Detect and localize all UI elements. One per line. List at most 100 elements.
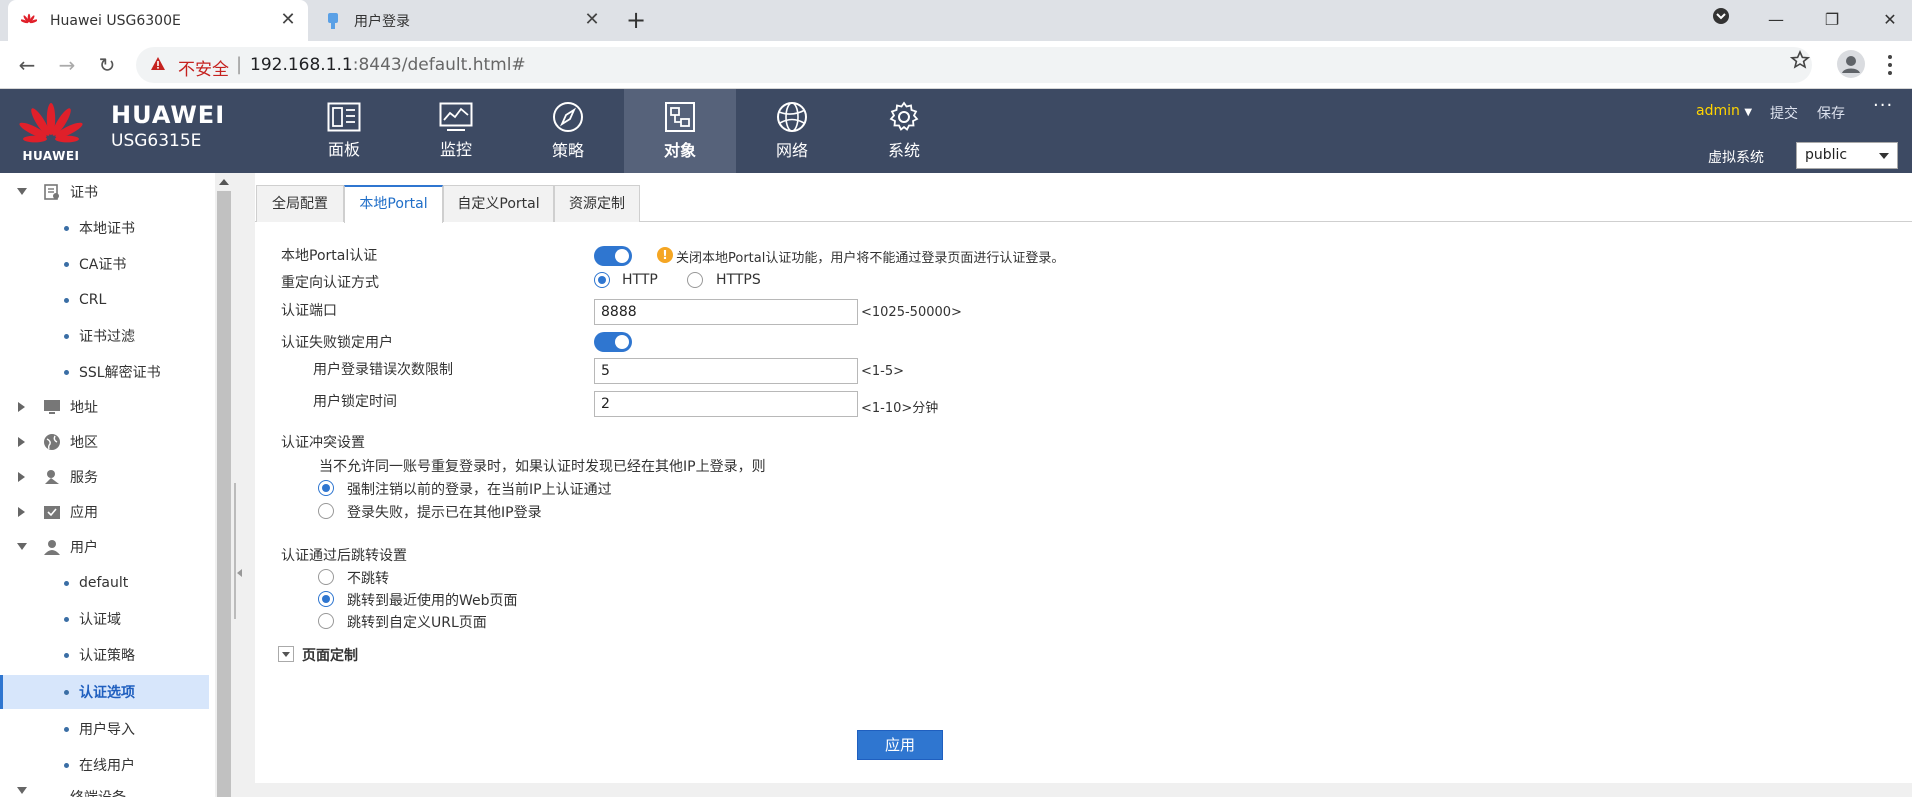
scroll-thumb[interactable] bbox=[217, 191, 231, 797]
radio-https-label[interactable]: HTTPS bbox=[716, 272, 761, 288]
url-text[interactable]: 192.168.1.1:8443/default.html# bbox=[250, 55, 526, 75]
radio-http-label[interactable]: HTTP bbox=[622, 272, 658, 288]
scroll-up-arrow-icon[interactable] bbox=[219, 179, 229, 185]
address-bar[interactable]: 不安全 | 192.168.1.1:8443/default.html# bbox=[136, 47, 1812, 83]
lock-user-toggle[interactable] bbox=[594, 332, 632, 352]
tree-item-auth-domain[interactable]: 认证域 bbox=[0, 602, 209, 636]
tab-resource-custom[interactable]: 资源定制 bbox=[554, 185, 640, 222]
tree-group-user[interactable]: 用户 bbox=[0, 530, 209, 564]
browser-tab-login[interactable]: 用户登录 ✕ bbox=[312, 0, 612, 41]
tab-global-config[interactable]: 全局配置 bbox=[256, 185, 344, 222]
browser-tab-huawei[interactable]: Huawei USG6300E ✕ bbox=[8, 0, 308, 41]
user-menu[interactable]: admin ▼ bbox=[1696, 103, 1752, 119]
nav-policy[interactable]: 策略 bbox=[512, 89, 624, 173]
expanded-arrow-icon[interactable] bbox=[16, 787, 28, 795]
close-tab-icon[interactable]: ✕ bbox=[278, 10, 298, 30]
back-arrow-icon[interactable]: ← bbox=[13, 51, 41, 79]
new-tab-button[interactable]: + bbox=[622, 6, 650, 34]
nav-object[interactable]: 对象 bbox=[624, 89, 736, 173]
url-host: 192.168.1.1 bbox=[250, 55, 353, 75]
compass-icon bbox=[553, 102, 583, 132]
radio-recent-page-label[interactable]: 跳转到最近使用的Web页面 bbox=[347, 590, 518, 610]
vsys-value: public bbox=[1805, 147, 1848, 163]
tree-item-default[interactable]: default bbox=[0, 566, 209, 600]
nav-monitor[interactable]: 监控 bbox=[400, 89, 512, 173]
restore-icon[interactable]: ❐ bbox=[1816, 4, 1848, 36]
close-window-icon[interactable]: ✕ bbox=[1874, 4, 1906, 36]
radio-force-logout-label[interactable]: 强制注销以前的登录，在当前IP上认证通过 bbox=[347, 479, 612, 499]
apply-button[interactable]: 应用 bbox=[857, 730, 943, 760]
tree-item-online-users[interactable]: 在线用户 bbox=[0, 748, 209, 782]
chevron-down-icon bbox=[1879, 153, 1889, 159]
url-path: :8443/default.html# bbox=[352, 55, 526, 75]
not-secure-label[interactable]: 不安全 bbox=[178, 55, 229, 80]
nav-dashboard[interactable]: 面板 bbox=[288, 89, 400, 173]
tree-item-auth-policy[interactable]: 认证策略 bbox=[0, 638, 209, 672]
collapsed-arrow-icon[interactable] bbox=[16, 437, 28, 447]
tree-item-cert-filter[interactable]: 证书过滤 bbox=[0, 319, 209, 353]
tree-item-local-cert[interactable]: 本地证书 bbox=[0, 211, 209, 245]
conflict-label: 认证冲突设置 bbox=[281, 435, 365, 451]
tree-group-certificate[interactable]: 证书 bbox=[0, 175, 209, 209]
radio-login-fail-label[interactable]: 登录失败，提示已在其他IP登录 bbox=[347, 502, 542, 522]
lock-time-input[interactable] bbox=[594, 391, 858, 417]
vsys-select[interactable]: public bbox=[1796, 142, 1898, 169]
tree-item-ssl-cert[interactable]: SSL解密证书 bbox=[0, 355, 209, 389]
tree-item-ca-cert[interactable]: CA证书 bbox=[0, 247, 209, 281]
tab-custom-portal[interactable]: 自定义Portal bbox=[443, 185, 554, 222]
radio-login-fail[interactable] bbox=[318, 503, 334, 519]
page-custom-toggle-icon[interactable] bbox=[278, 646, 294, 662]
expanded-arrow-icon[interactable] bbox=[16, 543, 28, 551]
nav-network[interactable]: 网络 bbox=[736, 89, 848, 173]
tree-item-crl[interactable]: CRL bbox=[0, 283, 209, 317]
reload-icon[interactable]: ↻ bbox=[93, 51, 121, 79]
tree-group-region[interactable]: 地区 bbox=[0, 425, 209, 459]
collapsed-arrow-icon[interactable] bbox=[16, 507, 28, 517]
radio-no-redirect[interactable] bbox=[318, 569, 334, 585]
app-icon bbox=[42, 502, 62, 522]
tree-group-service[interactable]: 服务 bbox=[0, 460, 209, 494]
radio-recent-page[interactable] bbox=[318, 591, 334, 607]
radio-no-redirect-label[interactable]: 不跳转 bbox=[347, 568, 389, 588]
radio-custom-url[interactable] bbox=[318, 613, 334, 629]
portal-auth-toggle[interactable] bbox=[594, 246, 632, 266]
max-errors-input[interactable] bbox=[594, 358, 858, 384]
more-icon[interactable]: ··· bbox=[1873, 95, 1893, 116]
close-tab-icon[interactable]: ✕ bbox=[582, 10, 602, 30]
radio-custom-url-label[interactable]: 跳转到自定义URL页面 bbox=[347, 612, 487, 632]
tree-item-user-import[interactable]: 用户导入 bbox=[0, 712, 209, 746]
tree-label: 证书 bbox=[70, 185, 98, 201]
portal-warning-text: 关闭本地Portal认证功能，用户将不能通过登录页面进行认证登录。 bbox=[676, 251, 1065, 266]
tree-group-application[interactable]: 应用 bbox=[0, 495, 209, 529]
radio-force-logout[interactable] bbox=[318, 480, 334, 496]
tree-label: 地址 bbox=[70, 400, 98, 416]
save-link[interactable]: 保存 bbox=[1817, 103, 1845, 123]
collapse-left-arrow-icon[interactable] bbox=[237, 569, 242, 577]
redirect-after-label: 认证通过后跳转设置 bbox=[281, 548, 407, 564]
forward-arrow-icon[interactable]: → bbox=[53, 51, 81, 79]
bullet-icon bbox=[64, 261, 69, 267]
expanded-arrow-icon[interactable] bbox=[16, 188, 28, 196]
tree-group-address[interactable]: 地址 bbox=[0, 390, 209, 424]
tree-item-auth-options[interactable]: 认证选项 bbox=[0, 675, 209, 709]
nav-system[interactable]: 系统 bbox=[848, 89, 960, 173]
bullet-icon bbox=[64, 333, 69, 339]
radio-http[interactable] bbox=[594, 272, 610, 288]
auth-port-input[interactable] bbox=[594, 299, 858, 325]
collapsed-arrow-icon[interactable] bbox=[16, 402, 28, 412]
minimize-icon[interactable]: — bbox=[1760, 4, 1792, 36]
browser-menu-icon[interactable] bbox=[1886, 53, 1894, 77]
tab-search-icon[interactable] bbox=[1705, 4, 1737, 36]
tab-local-portal[interactable]: 本地Portal bbox=[344, 185, 443, 223]
radio-https[interactable] bbox=[687, 272, 703, 288]
bookmark-star-icon[interactable] bbox=[1789, 50, 1811, 74]
dashboard-icon bbox=[327, 102, 361, 132]
max-errors-hint: <1-5> bbox=[861, 364, 905, 379]
tree-group-terminal[interactable]: 终端设备 bbox=[0, 783, 209, 797]
commit-link[interactable]: 提交 bbox=[1770, 103, 1798, 123]
page-custom-label[interactable]: 页面定制 bbox=[302, 645, 358, 665]
panel-splitter[interactable] bbox=[233, 173, 255, 797]
collapsed-arrow-icon[interactable] bbox=[16, 472, 28, 482]
profile-avatar-icon[interactable] bbox=[1836, 49, 1866, 79]
sidebar-scrollbar[interactable] bbox=[215, 173, 233, 797]
